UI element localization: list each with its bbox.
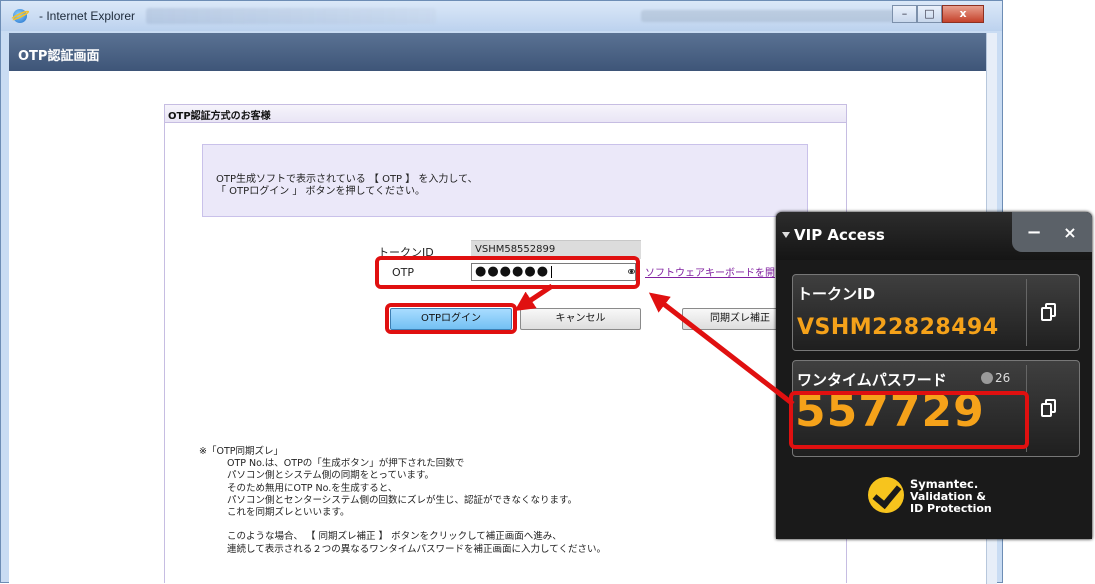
copy-icon[interactable] bbox=[1041, 399, 1057, 417]
timer-icon bbox=[981, 372, 993, 384]
note-line: 連続して表示される２つの異なるワンタイムパスワードを補正画面に入力してください。 bbox=[227, 543, 606, 555]
otp-input-highlight bbox=[375, 256, 640, 289]
vip-title: VIP Access bbox=[794, 226, 885, 244]
note-line: パソコン側とセンターシステム側の回数にズレが生じ、認証ができなくなります。 bbox=[227, 494, 578, 506]
blurred-page-title bbox=[641, 10, 901, 22]
maximize-button[interactable]: □ bbox=[917, 5, 942, 23]
countdown-timer: 26 bbox=[981, 371, 1010, 385]
browser-titlebar: - Internet Explorer – □ x bbox=[1, 1, 1002, 31]
note-line: ※「OTP同期ズレ」 bbox=[199, 446, 283, 457]
close-button[interactable]: x bbox=[942, 5, 984, 23]
note-line: このような場合、 【 同期ズレ補正 】 ボタンをクリックして補正画面へ進み、 bbox=[227, 531, 562, 543]
note-line: OTP No.は、OTPの「生成ボタン」が押下された回数で bbox=[227, 458, 465, 470]
symantec-checkmark-logo bbox=[868, 477, 904, 513]
vip-token-value: VSHM22828494 bbox=[797, 315, 999, 340]
password-value-highlight bbox=[789, 391, 1029, 449]
panel-divider bbox=[1026, 279, 1027, 346]
vip-token-label: トークンID bbox=[797, 285, 876, 303]
software-keyboard-link[interactable]: ソフトウェアキーボードを開 bbox=[645, 264, 775, 279]
note-line: そのため無用にOTP No.を生成すると、 bbox=[227, 482, 398, 494]
note-line: これを同期ズレといいます。 bbox=[227, 506, 350, 518]
page-title: OTP認証画面 bbox=[18, 49, 100, 64]
window-controls: – □ x bbox=[892, 5, 984, 23]
timer-value: 26 bbox=[995, 371, 1011, 385]
token-id-panel: トークンID VSHM22828494 bbox=[792, 274, 1080, 351]
brand-line: ID Protection bbox=[910, 502, 992, 515]
cancel-button[interactable]: キャンセル bbox=[520, 308, 641, 330]
vip-close-button[interactable]: × bbox=[1056, 222, 1084, 246]
instruction-line: 「 OTPログイン 」 ボタンを押してください。 bbox=[216, 186, 425, 197]
otp-sync-notes: ※「OTP同期ズレ」 OTP No.は、OTPの「生成ボタン」が押下された回数で… bbox=[199, 446, 606, 556]
blurred-toolbar bbox=[146, 8, 436, 24]
vip-access-widget: VIP Access − × トークンID VSHM22828494 ワンタイム… bbox=[776, 212, 1092, 539]
page-header: OTP認証画面 bbox=[9, 33, 994, 71]
note-line: パソコン側とシステム側の同期をとっています。 bbox=[227, 470, 435, 482]
internet-explorer-icon bbox=[13, 9, 27, 23]
minimize-button[interactable]: – bbox=[892, 5, 917, 23]
brand-line: Symantec. bbox=[910, 477, 979, 491]
form-box-header: OTP認証方式のお客様 bbox=[165, 105, 846, 123]
copy-icon[interactable] bbox=[1041, 303, 1057, 321]
note-line bbox=[199, 519, 606, 531]
instruction-box: OTP生成ソフトで表示されている 【 OTP 】 を入力して、 「 OTPログイ… bbox=[202, 144, 808, 217]
menu-triangle-icon[interactable] bbox=[782, 232, 790, 238]
vip-minimize-button[interactable]: − bbox=[1020, 222, 1048, 246]
browser-title: - Internet Explorer bbox=[39, 9, 136, 23]
login-button-highlight bbox=[385, 303, 517, 334]
token-id-value: VSHM58552899 bbox=[475, 244, 556, 255]
form-title: OTP認証方式のお客様 bbox=[168, 111, 271, 122]
